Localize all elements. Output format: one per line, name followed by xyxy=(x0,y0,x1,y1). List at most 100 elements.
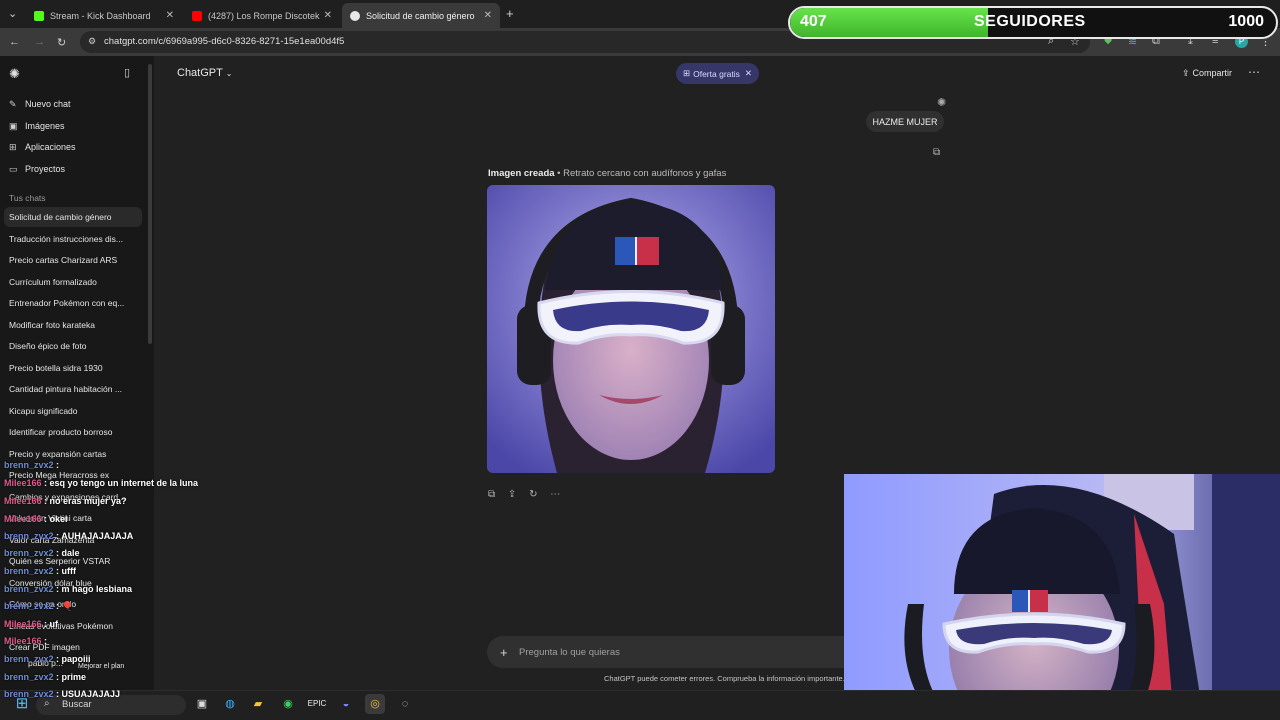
chat-username: Milee166 xyxy=(4,496,42,506)
tab-list-icon[interactable]: ⌄ xyxy=(8,7,17,20)
stream-chat-message: brenn_zvx2 : papoiii xyxy=(4,654,91,664)
sidebar-chat-item[interactable]: Modificar foto karateka xyxy=(9,320,95,330)
chat-text: ufff xyxy=(61,566,77,576)
sidebar-chat-item[interactable]: Diseño épico de foto xyxy=(9,341,87,351)
sidebar-chat-item[interactable]: Currículum formalizado xyxy=(9,277,97,287)
sidebar-scrollbar[interactable] xyxy=(148,64,152,344)
user-message-bubble: HAZME MUJER xyxy=(866,111,944,132)
chat-text: prime xyxy=(61,672,87,682)
offer-label: Oferta gratis xyxy=(693,68,740,79)
sidebar-item-new-chat[interactable]: ✎ Nuevo chat xyxy=(9,99,71,110)
chat-text: esq yo tengo un internet de la luna xyxy=(49,478,199,488)
tab-title: (4287) Los Rompe Discotek xyxy=(208,10,320,21)
edit-icon: ✎ xyxy=(9,99,17,109)
chat-username: brenn_zvx2 xyxy=(4,566,54,576)
followers-count: 407 xyxy=(800,13,827,30)
chat-username: brenn_zvx2 xyxy=(4,601,54,611)
chat-username: brenn_zvx2 xyxy=(4,460,54,470)
url-text[interactable]: chatgpt.com/c/6969a995-d6c0-8326-8271-15… xyxy=(104,36,344,47)
followers-label: SEGUIDORES xyxy=(974,13,1086,30)
free-offer-pill[interactable]: ⊞ Oferta gratis ✕ xyxy=(676,63,759,84)
sidebar-chat-item[interactable]: Precio y expansión cartas xyxy=(9,449,106,459)
sidebar-item-images[interactable]: ▣ Imágenes xyxy=(9,121,65,132)
stream-chat-message: Milee166 : esq yo tengo un internet de l… xyxy=(4,478,198,488)
sidebar-chat-item[interactable]: Precio cartas Charizard ARS xyxy=(9,255,117,265)
sidebar-chat-item[interactable]: Cantidad pintura habitación ... xyxy=(9,384,122,394)
reload-icon[interactable]: ↻ xyxy=(57,36,66,49)
prompt-input[interactable]: Pregunta lo que quieras xyxy=(519,647,620,658)
search-icon: ⌕ xyxy=(44,698,50,709)
chat-username: brenn_zvx2 xyxy=(4,689,54,699)
browser-tab[interactable]: (4287) Los Rompe Discotek ✕ xyxy=(184,3,340,28)
sidebar-chat-item[interactable]: Traducción instrucciones dis... xyxy=(9,234,123,244)
whatsapp-icon[interactable]: ◉ xyxy=(278,694,298,714)
file-explorer-icon[interactable]: ▰ xyxy=(248,694,268,714)
chat-separator: : xyxy=(53,584,62,594)
chat-username: Milee166 xyxy=(4,619,42,629)
browser-tab-active[interactable]: Solicitud de cambio género ✕ xyxy=(342,3,500,28)
add-attachment-icon[interactable]: + xyxy=(500,645,508,660)
share-icon: ⇪ xyxy=(1182,68,1190,78)
stream-chat-message: brenn_zvx2 : m hago lesbiana xyxy=(4,584,132,594)
share-button[interactable]: ⇪ Compartir xyxy=(1182,68,1232,79)
model-selector[interactable]: ChatGPT ⌄ xyxy=(177,67,232,79)
epic-games-icon[interactable]: EPIC xyxy=(307,694,327,714)
sidebar-chat-item[interactable]: Precio botella sidra 1930 xyxy=(9,363,103,373)
share-icon[interactable]: ⇪ xyxy=(508,489,516,500)
regenerate-icon[interactable]: ↻ xyxy=(529,489,537,500)
close-tab-icon[interactable]: ✕ xyxy=(324,10,332,21)
disclaimer-text: ChatGPT puede cometer errores. Comprueba… xyxy=(604,674,845,683)
close-icon[interactable]: ✕ xyxy=(745,68,752,79)
sidebar-item-projects[interactable]: ▭ Proyectos xyxy=(9,164,65,175)
chrome-icon[interactable]: ◎ xyxy=(365,694,385,714)
sidebar-chat-item[interactable]: Solicitud de cambio género xyxy=(9,212,112,222)
more-options-icon[interactable]: ⋯ xyxy=(550,489,560,500)
chat-separator: : xyxy=(41,619,50,629)
new-tab-icon[interactable]: + xyxy=(506,6,514,21)
stream-chat-message: brenn_zvx2 : ufff xyxy=(4,566,76,576)
user-message-text: HAZME MUJER xyxy=(872,116,938,127)
copy-icon[interactable]: ⧉ xyxy=(488,489,495,500)
back-icon[interactable]: ← xyxy=(9,36,20,48)
openai-logo-icon[interactable]: ✺ xyxy=(9,66,20,82)
chat-separator: : xyxy=(53,548,62,558)
chatgpt-icon xyxy=(350,10,360,21)
chat-separator: : xyxy=(41,496,50,506)
stream-chat-message: brenn_zvx2 : USUAJAJAJJ xyxy=(4,689,120,699)
sidebar-item-apps[interactable]: ⊞ Aplicaciones xyxy=(9,142,76,153)
loading-spinner-icon: ✺ xyxy=(937,97,947,109)
close-tab-icon[interactable]: ✕ xyxy=(166,10,174,21)
gift-icon: ⊞ xyxy=(682,68,691,78)
chat-separator: : xyxy=(53,460,60,470)
sidebar-chat-item[interactable]: Entrenador Pokémon con eq... xyxy=(9,298,124,308)
upgrade-plan-button[interactable]: Mejorar el plan xyxy=(78,663,124,670)
chat-separator: : xyxy=(53,654,62,664)
sidebar-chat-item[interactable]: Kicapu significado xyxy=(9,406,78,416)
stream-chat-message: brenn_zvx2 : AUHAJAJAJAJA xyxy=(4,531,133,541)
browser-tab[interactable]: Stream - Kick Dashboard ✕ xyxy=(26,3,182,28)
sidebar-chat-item[interactable]: Identificar producto borroso xyxy=(9,427,112,437)
sidebar-toggle-icon[interactable]: ▯ xyxy=(124,66,130,79)
forward-icon[interactable]: → xyxy=(34,36,45,48)
more-options-icon[interactable]: ⋯ xyxy=(1248,65,1260,79)
followers-goal-bar: 407 SEGUIDORES 1000 xyxy=(788,6,1278,39)
discord-icon[interactable]: ◒ xyxy=(336,694,356,714)
chat-separator: : xyxy=(53,689,62,699)
stream-chat-message: brenn_zvx2 : prime xyxy=(4,672,86,682)
copy-icon[interactable]: ⧉ xyxy=(933,147,940,158)
image-caption: Imagen creada • Retrato cercano con audí… xyxy=(488,168,726,179)
chat-text: AUHAJAJAJAJA xyxy=(61,531,134,541)
chats-section-title: Tus chats xyxy=(9,193,46,203)
obs-icon[interactable]: ◌ xyxy=(395,694,415,714)
image-icon: ▣ xyxy=(9,121,18,131)
sidebar-item-label: Aplicaciones xyxy=(25,142,76,152)
apps-icon: ⊞ xyxy=(9,142,17,152)
webcam-feed xyxy=(844,474,1280,720)
generated-image[interactable] xyxy=(487,185,775,473)
youtube-icon xyxy=(192,10,202,21)
site-info-icon[interactable]: ⚙ xyxy=(88,36,96,47)
close-tab-icon[interactable]: ✕ xyxy=(484,10,492,21)
task-view-icon[interactable]: ▣ xyxy=(192,694,212,714)
chat-text: dale xyxy=(61,548,80,558)
edge-icon[interactable]: ◍ xyxy=(220,694,240,714)
